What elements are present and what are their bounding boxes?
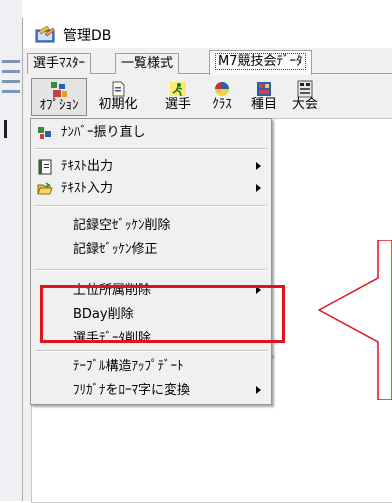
menu-item-furigana-to-romaji[interactable]: ﾌﾘｶﾞﾅをﾛｰﾏ字に変換: [31, 380, 271, 402]
title-bar[interactable]: 管理DB: [23, 18, 392, 48]
submenu-arrow-icon: [256, 184, 261, 192]
screenshot: 管理DB 選手ﾏｽﾀｰ 一覧様式 M7競技会ﾃﾞｰﾀ ｵﾌﾟｼｮﾝ 初期化 選手…: [0, 0, 392, 503]
classes-icon: [215, 82, 229, 96]
submenu-arrow-icon: [256, 162, 261, 170]
background-window-edge: [0, 0, 22, 501]
menu-item-label: ﾅﾝﾊﾞｰ振り直し: [61, 125, 146, 140]
menu-separator: [35, 350, 267, 352]
callout-bubble: [318, 240, 392, 400]
menu-item-renumber[interactable]: ﾅﾝﾊﾞｰ振り直し: [31, 122, 271, 144]
runner-icon: [170, 82, 186, 97]
menu-item-text-export[interactable]: ﾃｷｽﾄ出力: [31, 156, 271, 178]
toolbar: ｵﾌﾟｼｮﾝ 初期化 選手 ｸﾗｽ 種目 大会: [23, 76, 392, 116]
renumber-icon: [38, 127, 51, 139]
menu-separator: [35, 269, 267, 271]
classes-button[interactable]: ｸﾗｽ: [203, 78, 241, 114]
tab-bar: 選手ﾏｽﾀｰ 一覧様式 M7競技会ﾃﾞｰﾀ: [23, 48, 392, 75]
edge-stripe: [2, 80, 20, 83]
toolbar-label: 初期化: [98, 97, 138, 112]
events-button[interactable]: 種目: [245, 78, 283, 114]
toolbar-label: ｵﾌﾟｼｮﾝ: [39, 98, 79, 113]
toolbar-label: ｸﾗｽ: [212, 97, 232, 112]
events-icon: [257, 82, 271, 96]
menu-item-label: ﾃｷｽﾄ出力: [61, 159, 114, 174]
meets-button[interactable]: 大会: [285, 78, 325, 114]
tab-player-master[interactable]: 選手ﾏｽﾀｰ: [27, 53, 92, 74]
menu-item-update-table-structure[interactable]: ﾃｰﾌﾞﾙ構造ｱｯﾌﾟﾃﾞｰﾄ: [31, 356, 271, 378]
tab-m7-event-data[interactable]: M7競技会ﾃﾞｰﾀ: [209, 50, 312, 75]
open-folder-icon: [37, 182, 53, 195]
meets-icon: [297, 80, 313, 98]
menu-item-label: 記録空ｾﾞｯｹﾝ削除: [73, 218, 171, 233]
tab-label: M7競技会ﾃﾞｰﾀ: [215, 53, 306, 70]
players-button[interactable]: 選手: [159, 78, 197, 114]
notebook-icon: [38, 159, 52, 175]
menu-item-delete-empty-bib[interactable]: 記録空ｾﾞｯｹﾝ削除: [31, 215, 271, 237]
options-icon: [51, 82, 67, 97]
options-button[interactable]: ｵﾌﾟｼｮﾝ: [31, 78, 87, 116]
window-title: 管理DB: [63, 28, 112, 44]
toolbar-label: 選手: [164, 97, 191, 112]
toolbar-label: 大会: [291, 97, 318, 112]
menu-item-label: 記録ｾﾞｯｹﾝ修正: [73, 242, 158, 257]
app-icon: [35, 25, 55, 43]
menu-item-label: ﾃｰﾌﾞﾙ構造ｱｯﾌﾟﾃﾞｰﾄ: [73, 359, 184, 374]
initialize-icon: [112, 81, 125, 97]
edge-stripe: [2, 90, 20, 93]
toolbar-label: 種目: [250, 97, 277, 112]
options-dropdown-menu-lower: ﾃｰﾌﾞﾙ構造ｱｯﾌﾟﾃﾞｰﾄ ﾌﾘｶﾞﾅをﾛｰﾏ字に変換: [30, 350, 272, 405]
menu-item-label: ﾃｷｽﾄ入力: [61, 181, 114, 196]
edge-stripe: [2, 70, 20, 73]
menu-item-text-import[interactable]: ﾃｷｽﾄ入力: [31, 178, 271, 200]
edge-stripe: [2, 60, 20, 63]
menu-separator: [35, 148, 267, 150]
tab-label: 一覧様式: [121, 56, 174, 71]
menu-item-fix-bib[interactable]: 記録ｾﾞｯｹﾝ修正: [31, 239, 271, 261]
menu-separator: [35, 205, 267, 207]
menu-item-label: ﾌﾘｶﾞﾅをﾛｰﾏ字に変換: [73, 383, 191, 398]
submenu-arrow-icon: [256, 386, 261, 394]
initialize-button[interactable]: 初期化: [93, 78, 143, 114]
tab-label: 選手ﾏｽﾀｰ: [33, 56, 86, 71]
tab-list-format[interactable]: 一覧様式: [115, 53, 180, 74]
red-highlight-box: [40, 285, 285, 343]
edge-bar: [4, 120, 7, 138]
